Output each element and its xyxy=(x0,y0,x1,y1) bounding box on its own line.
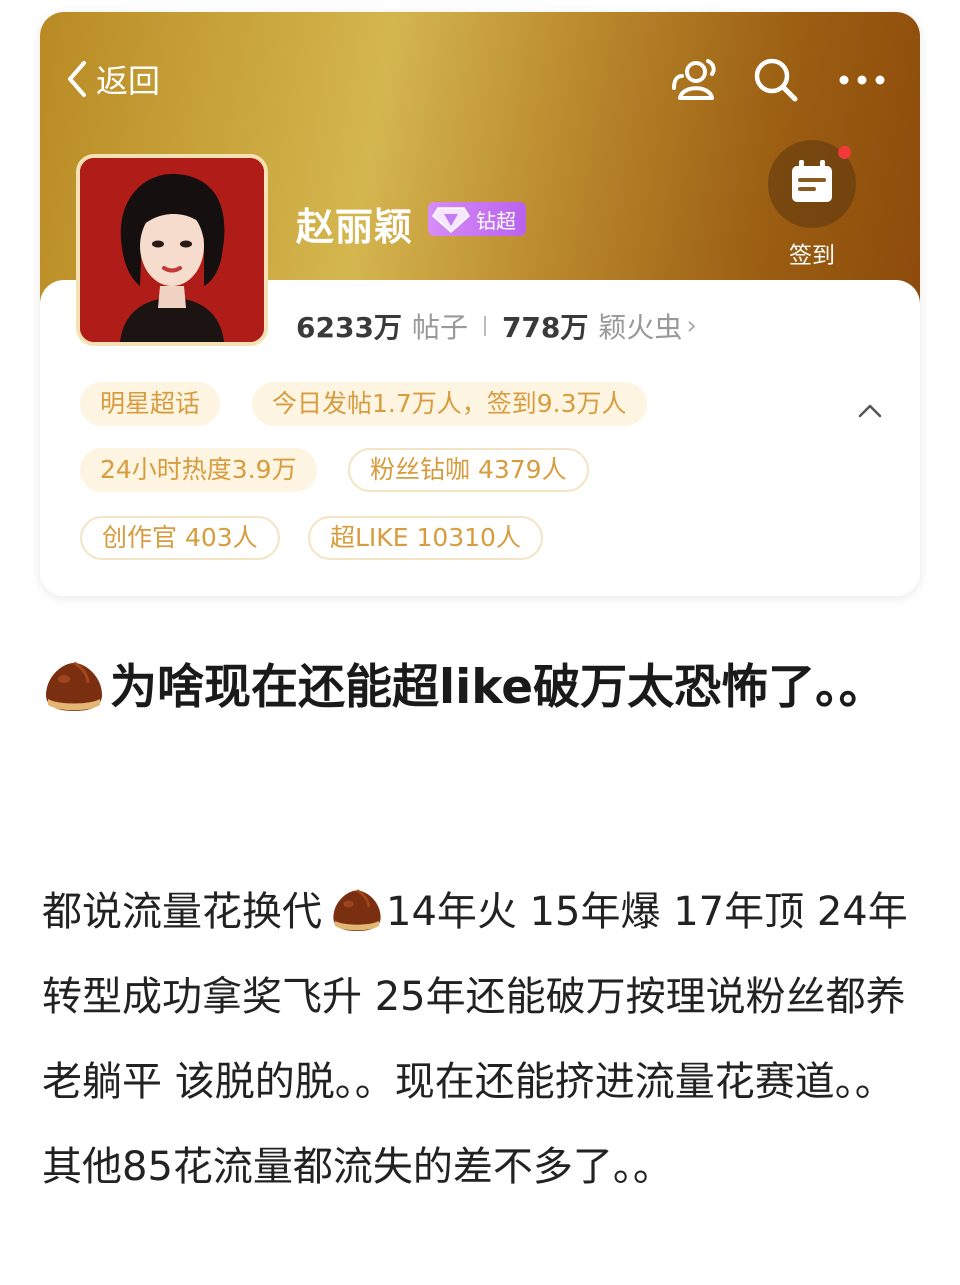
tag-fan-diamond[interactable]: 粉丝钻咖 4379人 xyxy=(348,448,589,492)
checkin-label[interactable]: 签到 xyxy=(768,236,856,270)
chestnut-icon xyxy=(333,889,381,931)
chestnut-icon xyxy=(46,661,102,711)
topic-name: 赵丽颖 xyxy=(296,205,414,249)
tag-super-like[interactable]: 超LIKE 10310人 xyxy=(308,516,543,560)
post-title-text: 为啥现在还能超like破万太恐怖了。。 xyxy=(110,660,886,715)
tag-24h-heat[interactable]: 24小时热度3.9万 xyxy=(80,448,317,492)
post-title: 为啥现在还能超like破万太恐怖了。。 xyxy=(42,652,922,724)
fans-count[interactable]: 778万 xyxy=(502,306,588,346)
post-body-part1: 都说流量花换代 xyxy=(42,889,322,935)
more-icon[interactable] xyxy=(832,52,892,108)
badge-label: 钻超 xyxy=(476,208,516,233)
top-bar: 返回 xyxy=(40,44,920,114)
chevron-right-icon[interactable]: › xyxy=(686,311,696,341)
avatar[interactable] xyxy=(76,154,268,346)
fans-label[interactable]: 颖火虫 xyxy=(598,306,682,346)
posts-count: 6233万 xyxy=(296,311,402,344)
supertopic-card: 返回 赵丽颖 钻超 签到 6233万 帖子 778万 颖火虫 › 明星超话 今日… xyxy=(40,12,920,596)
diamond-icon xyxy=(432,207,470,234)
chevron-up-icon[interactable] xyxy=(852,392,888,428)
post-body: 都说流量花换代 14年火 15年爆 17年顶 24年转型成功拿奖飞升 25年还能… xyxy=(42,870,922,1210)
stats-row: 6233万 帖子 778万 颖火虫 › xyxy=(296,306,697,346)
notification-dot xyxy=(838,146,851,159)
search-icon[interactable] xyxy=(748,52,804,108)
tag-creator[interactable]: 创作官 403人 xyxy=(80,516,280,560)
friends-icon[interactable] xyxy=(668,52,724,108)
stats-divider xyxy=(483,316,486,336)
avatar-portrait xyxy=(80,158,264,342)
back-button[interactable]: 返回 xyxy=(62,54,160,104)
diamond-super-badge[interactable]: 钻超 xyxy=(428,202,526,236)
tag-star-topic[interactable]: 明星超话 xyxy=(80,382,221,426)
back-label: 返回 xyxy=(96,62,161,100)
tag-daily-activity[interactable]: 今日发帖1.7万人，签到9.3万人 xyxy=(252,382,647,426)
posts-label: 帖子 xyxy=(411,311,468,344)
chevron-left-icon xyxy=(68,61,86,97)
